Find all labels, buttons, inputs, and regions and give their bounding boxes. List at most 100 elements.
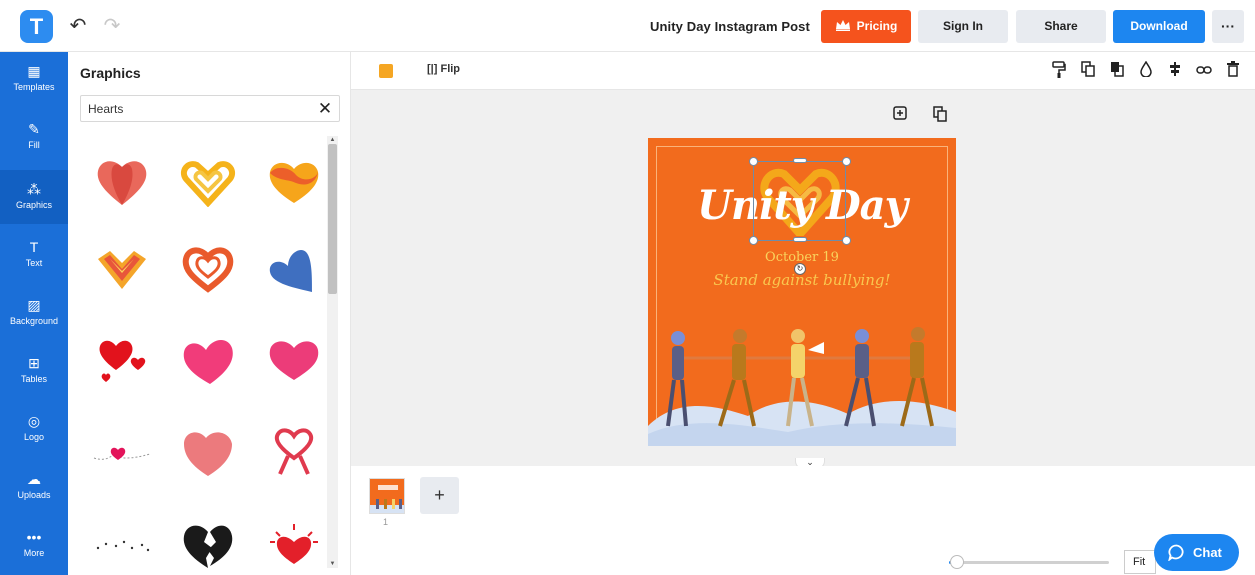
sidebar-item-more[interactable]: ••• More <box>0 518 68 572</box>
color-swatch[interactable] <box>379 64 393 78</box>
document-title[interactable]: Unity Day Instagram Post <box>650 19 810 34</box>
download-button[interactable]: Download <box>1113 10 1205 43</box>
broken-heart-icon <box>183 525 233 568</box>
sidebar-item-label: Tables <box>20 374 47 384</box>
add-page-button[interactable]: + <box>420 477 459 514</box>
sidebar-item-graphics[interactable]: ⁂ Graphics <box>0 170 68 224</box>
sidebar-item-label: Uploads <box>17 490 51 500</box>
zoom-slider-handle[interactable] <box>950 555 964 569</box>
sidebar-item-label: Logo <box>23 432 45 442</box>
sidebar-item-label: Fill <box>28 140 40 150</box>
sidebar-item-uploads[interactable]: ☁ Uploads <box>0 460 68 514</box>
duplicate-icon[interactable] <box>1080 61 1096 81</box>
heart-graphic-magenta[interactable] <box>252 314 334 406</box>
crown-icon <box>835 20 850 31</box>
paint-roller-icon[interactable] <box>1051 61 1067 81</box>
table-icon: ⊞ <box>28 355 40 371</box>
canvas-area: Unity Day October 19 Stand against bully… <box>351 90 1255 466</box>
zoom-slider[interactable] <box>949 555 1109 569</box>
heart-graphic-salmon[interactable] <box>166 406 250 498</box>
pricing-label: Pricing <box>856 19 898 33</box>
page-thumbnail[interactable] <box>369 478 405 514</box>
rotate-icon[interactable]: ↻ <box>794 263 806 275</box>
selection-box <box>753 161 846 241</box>
people-illustration <box>648 327 956 446</box>
resize-handle[interactable] <box>749 157 758 166</box>
small-red-hearts-icon <box>99 340 146 382</box>
salmon-heart-icon <box>184 432 232 476</box>
outline-heart-icon <box>182 247 234 293</box>
toolbar-icons <box>1051 60 1241 81</box>
heart-graphic-dots[interactable] <box>80 498 164 575</box>
heart-graphic-pink[interactable] <box>166 314 250 406</box>
pricing-button[interactable]: Pricing <box>821 10 911 43</box>
heart-graphic-chevron[interactable] <box>166 136 250 228</box>
sign-in-button[interactable]: Sign In <box>918 10 1008 43</box>
heart-graphic-small-red[interactable] <box>80 314 164 406</box>
trash-icon[interactable] <box>1225 61 1241 81</box>
scroll-up-icon[interactable]: ▲ <box>328 136 337 144</box>
scroll-thumb[interactable] <box>328 144 337 294</box>
heart-line-icon <box>93 447 151 460</box>
sidebar-item-text[interactable]: T Text <box>0 228 68 282</box>
background-icon: ▨ <box>27 297 41 313</box>
heart-graphic-ribbon[interactable] <box>252 136 334 228</box>
share-button[interactable]: Share <box>1016 10 1106 43</box>
layered-heart-icon <box>97 161 147 205</box>
ribbon-outline-heart-icon <box>274 428 314 475</box>
undo-icon[interactable]: ↶ <box>66 14 90 38</box>
heart-graphic-stripes[interactable] <box>80 222 164 314</box>
resize-handle[interactable] <box>749 236 758 245</box>
top-bar: T ↶ ↷ Unity Day Instagram Post Pricing S… <box>0 0 1255 52</box>
flip-icon: [|] <box>427 63 438 75</box>
add-element-icon[interactable] <box>891 106 909 124</box>
heart-graphic-blue[interactable] <box>252 222 334 314</box>
sidebar-item-logo[interactable]: ◎ Logo <box>0 402 68 456</box>
brush-icon: ✎ <box>28 121 40 137</box>
opacity-icon[interactable] <box>1138 60 1154 81</box>
panel-scrollbar[interactable]: ▲ ▼ <box>327 136 338 568</box>
copy-page-icon[interactable] <box>931 106 949 124</box>
heart-graphic-line[interactable] <box>80 406 164 498</box>
redo-icon[interactable]: ↷ <box>100 14 124 38</box>
sidebar-item-label: Text <box>25 258 43 268</box>
dots-heart-icon <box>96 540 150 552</box>
more-options-button[interactable]: ··· <box>1212 10 1244 43</box>
sidebar-item-fill[interactable]: ✎ Fill <box>0 110 68 164</box>
heart-graphic-sparkle[interactable] <box>252 498 334 575</box>
resize-handle[interactable] <box>793 237 807 242</box>
canvas-actions <box>891 106 949 124</box>
heart-graphic-awareness[interactable] <box>252 406 334 498</box>
search-box: ✕ <box>80 95 340 122</box>
align-icon[interactable] <box>1167 61 1183 81</box>
left-sidebar: ▦ Templates ✎ Fill ⁂ Graphics T Text ▨ B… <box>0 52 68 575</box>
close-icon[interactable]: ✕ <box>315 97 335 121</box>
app-logo[interactable]: T <box>20 10 53 43</box>
link-icon[interactable] <box>1196 61 1212 81</box>
sidebar-item-templates[interactable]: ▦ Templates <box>0 52 68 106</box>
sparkle-heart-icon <box>270 524 318 564</box>
blue-heart-icon <box>269 249 312 292</box>
design-canvas[interactable]: Unity Day October 19 Stand against bully… <box>648 138 956 446</box>
heart-graphic-layered[interactable] <box>80 136 164 228</box>
chat-bubble-icon <box>1168 544 1184 561</box>
scroll-down-icon[interactable]: ▼ <box>328 560 337 568</box>
fit-button[interactable]: Fit <box>1124 550 1156 574</box>
resize-handle[interactable] <box>842 236 851 245</box>
chat-button[interactable]: Chat <box>1154 534 1239 571</box>
sidebar-item-tables[interactable]: ⊞ Tables <box>0 344 68 398</box>
templates-icon: ▦ <box>27 63 41 79</box>
resize-handle[interactable] <box>793 158 807 163</box>
heart-graphic-broken[interactable] <box>166 498 250 575</box>
heart-graphic-outline[interactable] <box>166 222 250 314</box>
shapes-icon: ⁂ <box>27 181 41 197</box>
search-input[interactable] <box>81 96 301 121</box>
graphics-grid <box>80 136 334 575</box>
page-number: 1 <box>383 517 389 527</box>
panel-title: Graphics <box>80 65 141 81</box>
flip-button[interactable]: [|] Flip <box>427 63 460 75</box>
graphics-panel: Graphics ✕ <box>68 52 351 575</box>
sidebar-item-background[interactable]: ▨ Background <box>0 286 68 340</box>
arrange-icon[interactable] <box>1109 61 1125 81</box>
resize-handle[interactable] <box>842 157 851 166</box>
